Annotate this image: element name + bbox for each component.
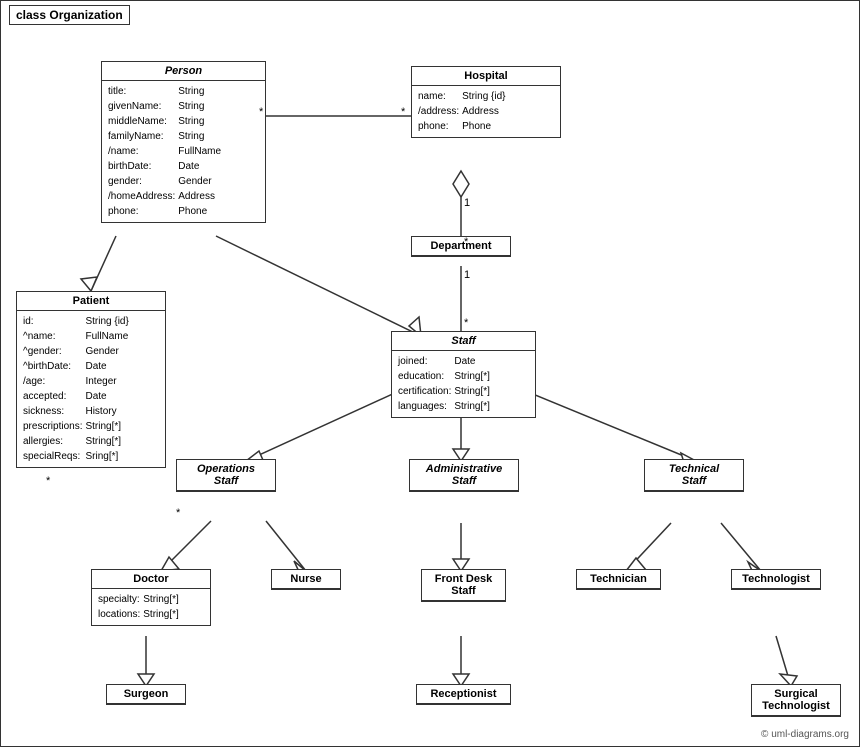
class-technologist-name: Technologist bbox=[732, 570, 820, 589]
mult-ops-patient: * bbox=[176, 507, 180, 519]
mult-person-hospital: * bbox=[259, 106, 263, 118]
class-nurse: Nurse bbox=[271, 569, 341, 590]
class-staff: Staff joined:Date education:String[*] ce… bbox=[391, 331, 536, 418]
class-patient: Patient id:String {id} ^name:FullName ^g… bbox=[16, 291, 166, 468]
class-surgeon-name: Surgeon bbox=[107, 685, 185, 704]
mult-dept-hospital: * bbox=[464, 236, 468, 248]
class-technician-name: Technician bbox=[577, 570, 660, 589]
class-doctor-attrs: specialty:String[*] locations:String[*] bbox=[92, 589, 210, 625]
class-staff-name: Staff bbox=[392, 332, 535, 351]
class-operations-staff: Operations Staff bbox=[176, 459, 276, 492]
class-staff-attrs: joined:Date education:String[*] certific… bbox=[392, 351, 535, 417]
mult-hospital-dept: 1 bbox=[464, 197, 470, 209]
class-front-desk-staff: Front Desk Staff bbox=[421, 569, 506, 602]
class-patient-name: Patient bbox=[17, 292, 165, 311]
class-nurse-name: Nurse bbox=[272, 570, 340, 589]
class-technician: Technician bbox=[576, 569, 661, 590]
diagram-title: class Organization bbox=[9, 5, 130, 25]
class-doctor-name: Doctor bbox=[92, 570, 210, 589]
mult-patient-ops: * bbox=[46, 475, 50, 487]
class-administrative-staff: Administrative Staff bbox=[409, 459, 519, 492]
class-technical-staff: Technical Staff bbox=[644, 459, 744, 492]
diagram-container: class Organization bbox=[0, 0, 860, 747]
class-operations-staff-name: Operations Staff bbox=[177, 460, 275, 491]
class-technical-staff-name: Technical Staff bbox=[645, 460, 743, 491]
mult-staff-dept: * bbox=[464, 317, 468, 329]
class-hospital: Hospital name:String {id} /address:Addre… bbox=[411, 66, 561, 138]
class-administrative-staff-name: Administrative Staff bbox=[410, 460, 518, 491]
class-receptionist: Receptionist bbox=[416, 684, 511, 705]
class-surgeon: Surgeon bbox=[106, 684, 186, 705]
mult-dept-staff: 1 bbox=[464, 269, 470, 281]
class-doctor: Doctor specialty:String[*] locations:Str… bbox=[91, 569, 211, 626]
class-receptionist-name: Receptionist bbox=[417, 685, 510, 704]
class-person-attrs: title:String givenName:String middleName… bbox=[102, 81, 265, 222]
class-surgical-technologist-name: Surgical Technologist bbox=[752, 685, 840, 716]
mult-hospital-person: * bbox=[401, 106, 405, 118]
class-person: Person title:String givenName:String mid… bbox=[101, 61, 266, 223]
class-technologist: Technologist bbox=[731, 569, 821, 590]
class-department: Department bbox=[411, 236, 511, 257]
copyright: © uml-diagrams.org bbox=[761, 729, 849, 740]
class-surgical-technologist: Surgical Technologist bbox=[751, 684, 841, 717]
class-front-desk-staff-name: Front Desk Staff bbox=[422, 570, 505, 601]
class-person-name: Person bbox=[102, 62, 265, 81]
class-hospital-name: Hospital bbox=[412, 67, 560, 86]
class-department-name: Department bbox=[412, 237, 510, 256]
class-patient-attrs: id:String {id} ^name:FullName ^gender:Ge… bbox=[17, 311, 165, 467]
class-hospital-attrs: name:String {id} /address:Address phone:… bbox=[412, 86, 560, 137]
